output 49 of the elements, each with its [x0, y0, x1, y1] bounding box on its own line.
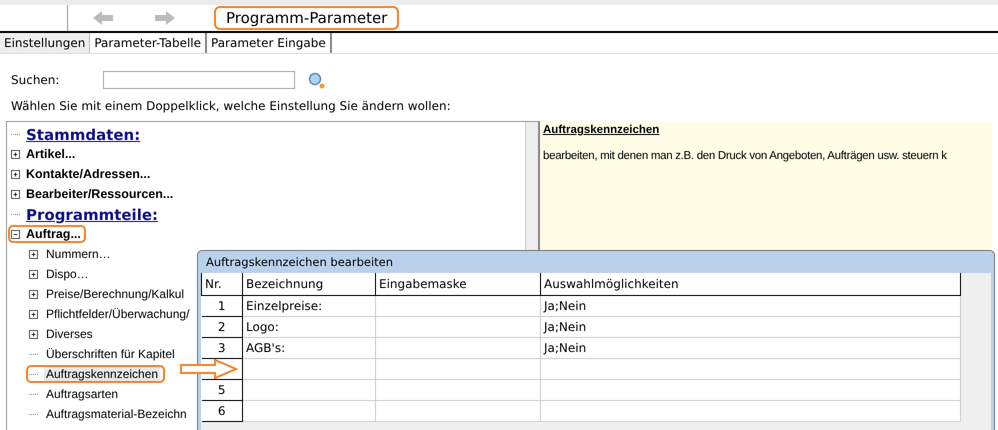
tree-item[interactable]: Auftragsarten — [44, 387, 120, 401]
expand-icon[interactable] — [29, 270, 38, 278]
tree-item[interactable]: Artikel... — [26, 147, 76, 161]
column-header[interactable]: Eingabemaske — [376, 273, 540, 296]
search-icon[interactable] — [308, 72, 325, 88]
table-cell: Einzelpreise: — [242, 296, 376, 316]
tree-item[interactable]: Auftrag... — [26, 227, 81, 241]
tree-item[interactable]: Pflichtfelder/Überwachung/ — [44, 307, 192, 321]
dialog-title: Auftragskennzeichen bearbeiten — [205, 254, 394, 271]
tree-item[interactable]: Auftragskennzeichen — [44, 367, 160, 381]
window-title: Programm-Parameter — [214, 6, 400, 30]
tab[interactable]: Einstellungen — [0, 33, 90, 53]
tree-item[interactable]: Bearbeiter/Ressourcen... — [26, 187, 174, 201]
expand-icon[interactable] — [29, 310, 38, 318]
column-header[interactable]: Nr. — [202, 273, 242, 296]
search-field[interactable] — [103, 71, 295, 89]
table-cell: AGB's: — [242, 338, 376, 358]
expand-icon[interactable] — [11, 170, 20, 178]
tree-item[interactable]: Preise/Berechnung/Kalkul — [44, 287, 186, 301]
tree-item[interactable]: Kontakte/Adressen... — [26, 167, 150, 181]
row-number: 5 — [202, 380, 242, 400]
tree-heading: Stammdaten: — [26, 126, 140, 144]
collapse-icon[interactable] — [11, 230, 20, 238]
row-number: 3 — [202, 338, 242, 358]
expand-icon[interactable] — [11, 150, 20, 158]
tree-item[interactable]: Nummern… — [44, 247, 113, 261]
expand-icon[interactable] — [11, 190, 20, 198]
column-header[interactable]: Auswahlmöglichkeiten — [540, 273, 960, 296]
info-text: bearbeiten, mit denen man z.B. den Druck von Angeboten, Aufträgen usw. steuern k — [543, 150, 948, 162]
tree-item[interactable]: Auftragsmaterial-Bezeichn — [44, 407, 189, 421]
tree-heading: Programmteile: — [26, 206, 158, 224]
table-cell: Ja;Nein — [540, 338, 960, 358]
tree-item[interactable]: Dispo… — [44, 267, 91, 281]
row-number: 2 — [202, 316, 242, 338]
table-cell: Logo: — [242, 316, 376, 338]
row-number: 6 — [202, 400, 242, 422]
tree-item[interactable]: Diverses — [44, 327, 95, 341]
scrollbar[interactable] — [525, 122, 538, 252]
column-header[interactable]: Bezeichnung — [242, 273, 376, 296]
tree-item[interactable]: Überschriften für Kapitel — [44, 347, 177, 361]
table-cell: Ja;Nein — [540, 296, 960, 316]
row-number: 1 — [202, 296, 242, 316]
expand-icon[interactable] — [29, 290, 38, 298]
search-label: Suchen: — [10, 73, 60, 87]
info-title: Auftragskennzeichen — [543, 124, 660, 136]
table-cell: Ja;Nein — [540, 316, 960, 338]
expand-icon[interactable] — [29, 250, 38, 258]
expand-icon[interactable] — [29, 330, 38, 338]
instruction-text: Wählen Sie mit einem Doppelklick, welche Einstellung Sie ändern wollen: — [10, 98, 452, 115]
